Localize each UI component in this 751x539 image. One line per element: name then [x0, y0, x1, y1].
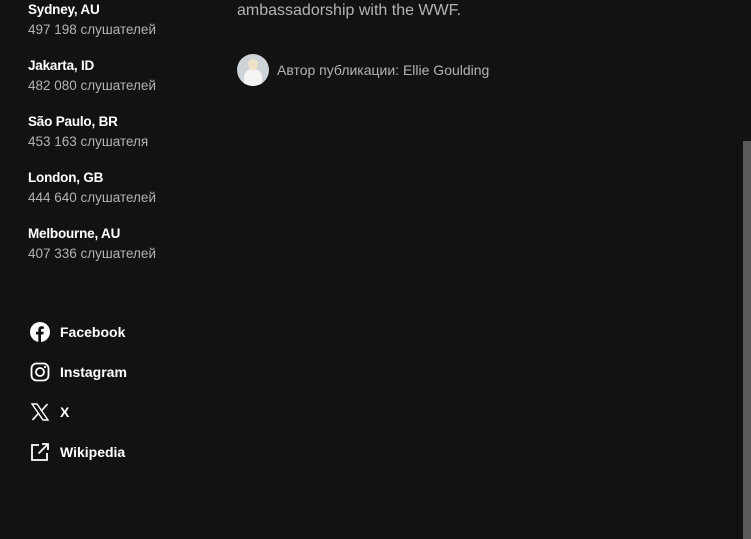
city-item: São Paulo, BR 453 163 слушателя	[28, 113, 228, 151]
facebook-label: Facebook	[60, 324, 126, 340]
author-label: Автор публикации: Ellie Goulding	[277, 62, 490, 78]
city-item: Jakarta, ID 482 080 слушателей	[28, 57, 228, 95]
facebook-icon	[28, 320, 52, 344]
city-item: Sydney, AU 497 198 слушателей	[28, 1, 228, 39]
city-listeners: 453 163 слушателя	[28, 134, 149, 149]
city-listeners: 444 640 слушателей	[28, 190, 156, 205]
city-item: London, GB 444 640 слушателей	[28, 169, 228, 207]
city-name: Sydney, AU	[28, 2, 100, 17]
x-link[interactable]: X	[28, 400, 69, 424]
wikipedia-link[interactable]: Wikipedia	[28, 440, 125, 464]
city-listeners: 497 198 слушателей	[28, 22, 156, 37]
city-name: Jakarta, ID	[28, 58, 95, 73]
city-item: Melbourne, AU 407 336 слушателей	[28, 225, 228, 263]
scrollbar-thumb[interactable]	[743, 141, 751, 539]
author-link[interactable]: Автор публикации: Ellie Goulding	[237, 54, 489, 86]
instagram-label: Instagram	[60, 364, 127, 380]
external-link-icon	[28, 440, 52, 464]
city-name: Melbourne, AU	[28, 226, 121, 241]
city-listeners: 482 080 слушателей	[28, 78, 156, 93]
city-listeners: 407 336 слушателей	[28, 246, 156, 261]
avatar	[237, 54, 269, 86]
wikipedia-label: Wikipedia	[60, 444, 126, 460]
facebook-link[interactable]: Facebook	[28, 320, 125, 344]
instagram-link[interactable]: Instagram	[28, 360, 127, 384]
x-icon	[28, 400, 52, 424]
instagram-icon	[28, 360, 52, 384]
x-label: X	[60, 404, 70, 420]
city-name: London, GB	[28, 170, 104, 185]
city-name: São Paulo, BR	[28, 114, 118, 129]
bio-text: ambassadorship with the WWF.	[237, 2, 462, 19]
